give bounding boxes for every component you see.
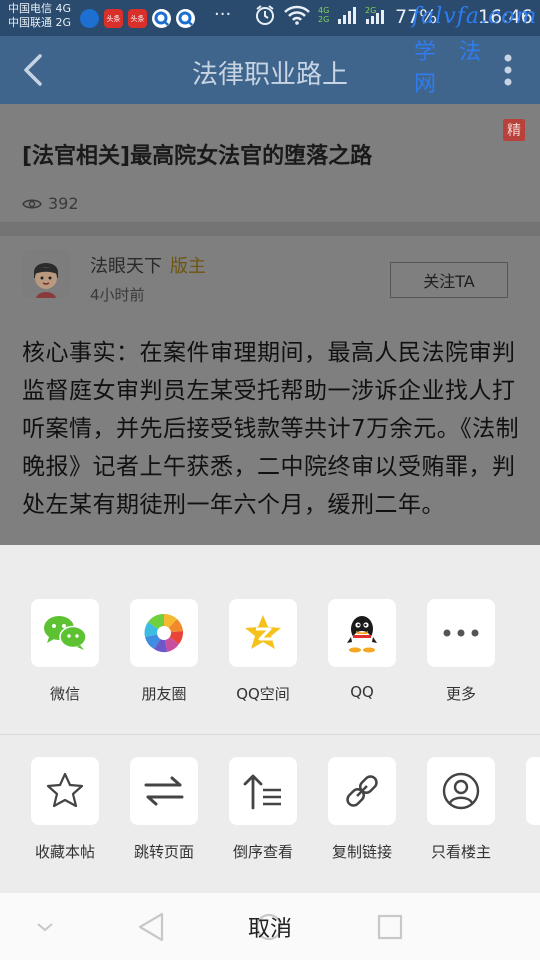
share-sheet: 微信 朋友圈 QQ空间 QQ 更多 收藏本帖 跳转页面 倒序查看 复制链接 只看… (0, 545, 540, 893)
copy-link-tile[interactable] (328, 757, 396, 825)
action-jump-page[interactable]: 跳转页面 (114, 757, 214, 862)
action-label: 只看楼主 (430, 843, 491, 861)
share-label: 朋友圈 (141, 685, 187, 703)
share-label: 微信 (49, 685, 80, 703)
browser-notification-icon (176, 9, 195, 28)
user-icon (442, 772, 480, 810)
post-title: [法官相关]最高院女法官的堕落之路 (22, 144, 373, 169)
share-label: QQ空间 (236, 685, 290, 703)
swap-icon (144, 776, 184, 806)
action-label: 跳转页面 (133, 843, 194, 861)
post-time: 4小时前 (90, 286, 145, 304)
action-label: 收藏本帖 (34, 843, 95, 861)
qzone-icon (245, 615, 281, 649)
moments-tile[interactable] (130, 599, 198, 667)
divider (0, 222, 540, 236)
share-row: 微信 朋友圈 QQ空间 QQ 更多 (0, 599, 540, 739)
view-count-value: 392 (48, 194, 79, 213)
watermark-text: 学法网 (414, 40, 505, 97)
action-copy-link[interactable]: 复制链接 (312, 757, 412, 862)
qq-tile[interactable] (328, 599, 396, 667)
action-author-only[interactable]: 只看楼主 (411, 757, 511, 862)
share-qzone[interactable]: QQ空间 (213, 599, 313, 704)
action-label: 倒序查看 (232, 843, 293, 861)
action-row: 收藏本帖 跳转页面 倒序查看 复制链接 只看楼主 (0, 757, 540, 897)
author-only-tile[interactable] (427, 757, 495, 825)
author-name-text: 法眼天下 (90, 256, 162, 277)
share-moments[interactable]: 朋友圈 (114, 599, 214, 704)
signal-2g-icon: 2G (365, 6, 385, 24)
more-icon (443, 629, 479, 637)
post-content: 精 [法官相关]最高院女法官的堕落之路 392 法眼天下 版主 4小时前 关注TA… (0, 104, 540, 545)
sheet-divider (0, 734, 540, 735)
action-label: 浏览 (510, 841, 540, 862)
cancel-button[interactable]: 取消 (0, 893, 540, 960)
featured-badge: 精 (503, 119, 525, 141)
share-label: QQ (350, 683, 374, 701)
status-indicators: 4G 2G 2G (254, 4, 385, 26)
action-favorite[interactable]: 收藏本帖 (15, 757, 115, 862)
moments-icon (144, 613, 184, 653)
share-label: 更多 (445, 685, 476, 703)
view-count: 392 (22, 194, 79, 213)
author-role: 版主 (170, 256, 206, 277)
follow-button[interactable]: 关注TA (390, 262, 508, 298)
share-more[interactable]: 更多 (411, 599, 511, 704)
reverse-order-tile[interactable] (229, 757, 297, 825)
qq-icon (347, 616, 377, 653)
share-qq[interactable]: QQ (312, 599, 412, 701)
browse-tile[interactable] (526, 757, 540, 825)
more-tile[interactable] (427, 599, 495, 667)
wechat-icon (44, 616, 87, 650)
wifi-icon (284, 5, 310, 25)
star-icon (46, 772, 84, 808)
action-reverse-order[interactable]: 倒序查看 (213, 757, 313, 862)
post-body: 核心事实：在案件审理期间，最高人民法院审判监督庭女审判员左某受托帮助一涉诉企业找… (22, 340, 520, 518)
toutiao-notification-icon: 头条 (128, 9, 147, 28)
carrier-1: 中国电信 4G (8, 2, 72, 15)
qzone-tile[interactable] (229, 599, 297, 667)
toutiao-notification-icon: 头条 (104, 9, 123, 28)
reverse-sort-icon (243, 774, 281, 810)
signal-4g-icon: 4G 2G (318, 6, 330, 24)
app-notification-icon (80, 9, 99, 28)
action-label: 复制链接 (331, 843, 392, 861)
cancel-bar: 取消 (0, 893, 540, 960)
status-bar: 中国电信 4G 中国联通 2G 头条 头条 ··· 4G 2G 2G 77% 16… (0, 0, 540, 36)
more-notifications-icon: ··· (214, 4, 232, 25)
share-wechat[interactable]: 微信 (15, 599, 115, 704)
author-name: 法眼天下 版主 (90, 252, 206, 278)
carrier-info: 中国电信 4G 中国联通 2G (8, 2, 71, 30)
eye-icon (22, 199, 42, 208)
link-icon (346, 775, 378, 807)
avatar[interactable] (22, 250, 70, 298)
jump-page-tile[interactable] (130, 757, 198, 825)
notification-icons: 头条 头条 (80, 9, 195, 28)
watermark-url: falvfa.com (412, 4, 538, 29)
signal-icon (338, 7, 357, 24)
favorite-tile[interactable] (31, 757, 99, 825)
wechat-tile[interactable] (31, 599, 99, 667)
alarm-icon (256, 5, 274, 25)
carrier-2: 中国联通 2G (8, 16, 72, 29)
action-browse[interactable]: 浏览 (510, 757, 540, 862)
svg-text:2G: 2G (365, 6, 376, 15)
browser-notification-icon (152, 9, 171, 28)
avatar-image (22, 250, 70, 298)
